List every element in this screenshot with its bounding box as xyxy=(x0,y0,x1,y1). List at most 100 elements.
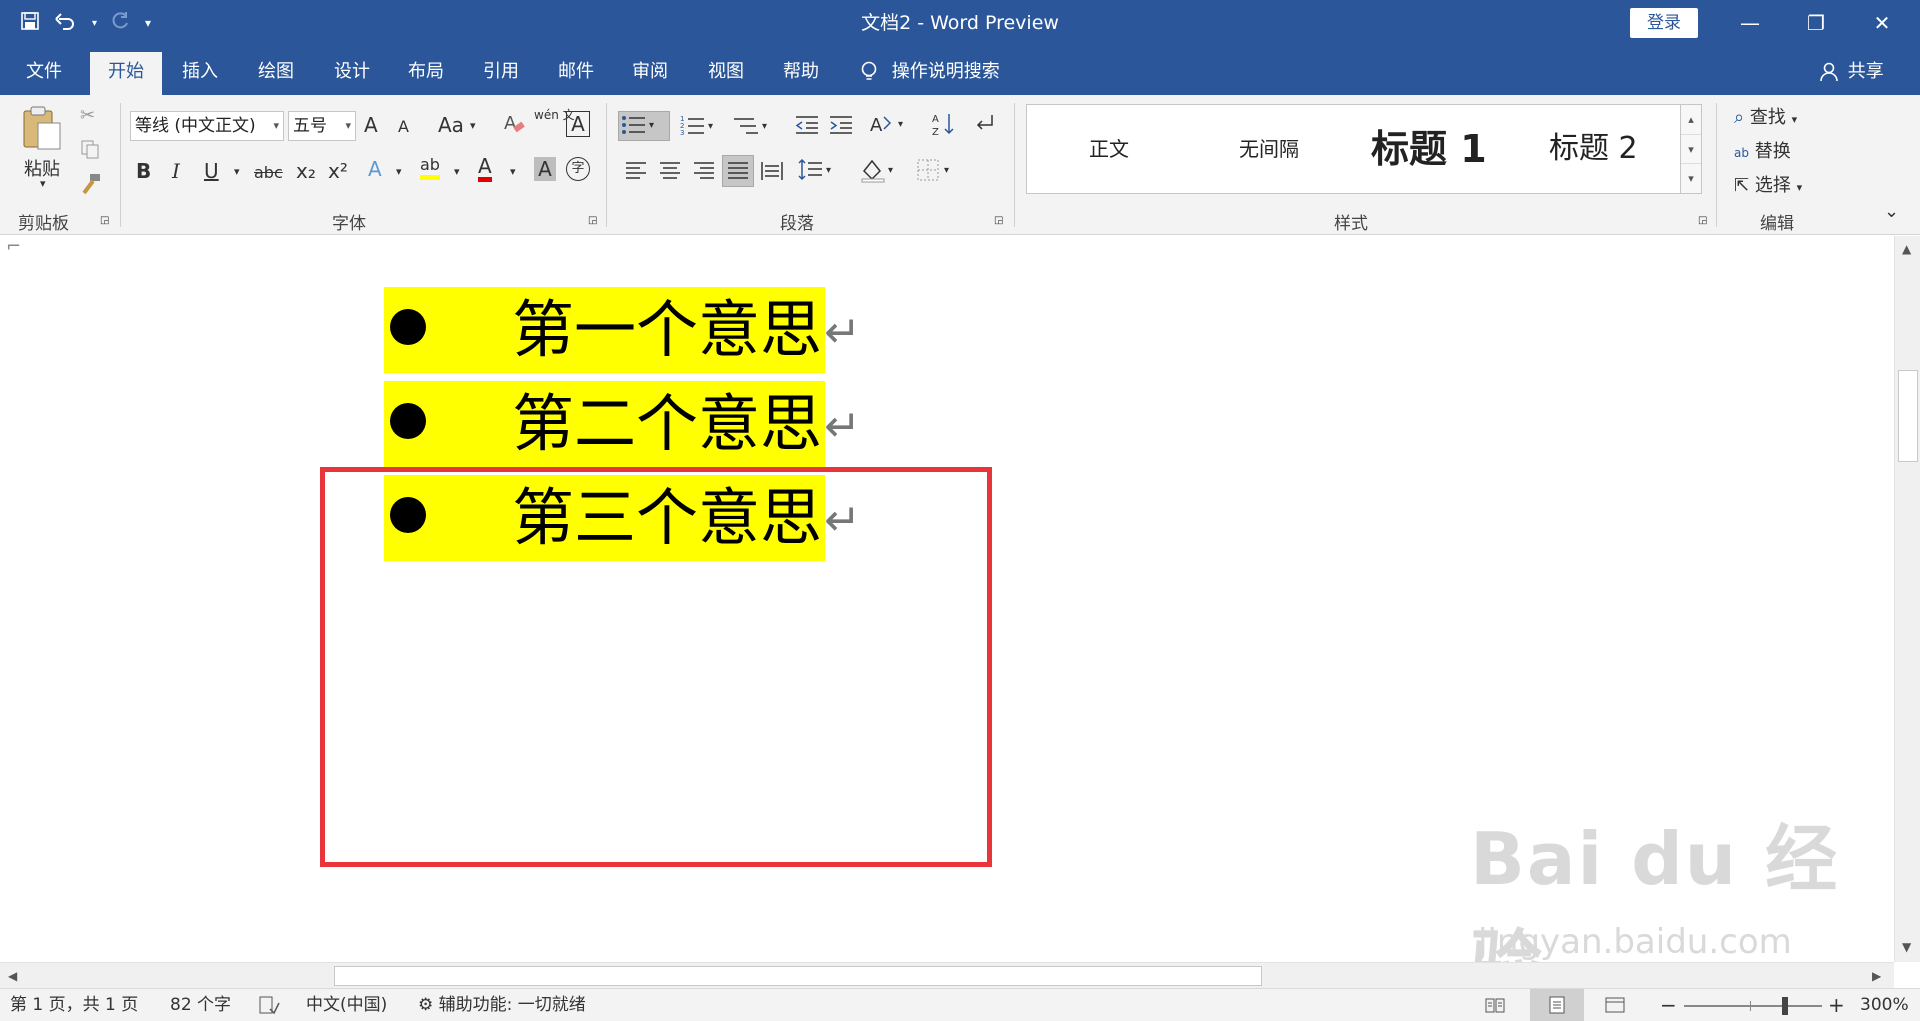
tab-help[interactable]: 帮助 xyxy=(765,52,837,95)
multilevel-list-icon[interactable]: ▾ xyxy=(732,113,772,144)
font-size-select[interactable]: 五号 ▾ xyxy=(288,111,356,141)
font-name-select[interactable]: 等线 (中文正文) ▾ xyxy=(130,111,284,141)
increase-indent-icon[interactable] xyxy=(828,113,854,142)
more-styles-icon[interactable]: ▾ xyxy=(1681,163,1701,192)
style-no-spacing[interactable]: 无间隔 xyxy=(1239,105,1299,193)
print-layout-icon[interactable] xyxy=(1530,989,1584,1021)
cut-icon[interactable]: ✂ xyxy=(80,105,95,126)
copy-icon[interactable] xyxy=(80,139,100,164)
customize-icon[interactable]: ▾ xyxy=(145,16,151,30)
text-effects-button[interactable]: A xyxy=(368,157,382,181)
zoom-in-button[interactable]: + xyxy=(1828,989,1845,1021)
page-count[interactable]: 第 1 页，共 1 页 xyxy=(10,989,138,1021)
vertical-scroll-thumb[interactable] xyxy=(1898,370,1918,462)
undo-icon[interactable] xyxy=(54,11,78,36)
superscript-button[interactable]: x² xyxy=(328,159,348,183)
format-painter-icon[interactable] xyxy=(80,173,102,200)
borders-icon[interactable]: ▾ xyxy=(916,157,956,188)
underline-button[interactable]: U xyxy=(204,159,219,183)
paste-button[interactable] xyxy=(20,105,64,158)
horizontal-scrollbar[interactable]: ◀ ▶ xyxy=(0,962,1894,988)
zoom-slider[interactable] xyxy=(1684,989,1822,1021)
clipboard-launcher-icon[interactable]: ◲ xyxy=(100,215,109,226)
tab-references[interactable]: 引用 xyxy=(465,52,537,95)
bullets-button[interactable]: ▾ xyxy=(618,111,670,141)
style-heading-2[interactable]: 标题 2 xyxy=(1549,105,1638,193)
tab-file[interactable]: 文件 xyxy=(8,52,80,95)
grow-font-button[interactable]: A xyxy=(364,113,378,137)
style-normal[interactable]: 正文 xyxy=(1089,105,1129,193)
web-layout-icon[interactable] xyxy=(1604,989,1626,1021)
replace-button[interactable]: ab 替换 xyxy=(1734,137,1791,163)
scroll-left-icon[interactable]: ◀ xyxy=(8,969,17,983)
decrease-indent-icon[interactable] xyxy=(794,113,820,142)
bold-button[interactable]: B xyxy=(136,159,151,183)
tab-home[interactable]: 开始 xyxy=(90,52,162,95)
chevron-down-icon[interactable]: ▾ xyxy=(234,165,240,178)
scroll-down-icon[interactable]: ▼ xyxy=(1902,940,1911,954)
collapse-ribbon-icon[interactable]: ⌄ xyxy=(1884,201,1899,222)
tab-draw[interactable]: 绘图 xyxy=(240,52,312,95)
save-icon[interactable] xyxy=(20,11,40,36)
distributed-icon[interactable] xyxy=(760,159,784,188)
tab-view[interactable]: 视图 xyxy=(690,52,762,95)
align-center-icon[interactable] xyxy=(658,159,682,188)
tab-design[interactable]: 设计 xyxy=(316,52,388,95)
tab-insert[interactable]: 插入 xyxy=(164,52,236,95)
scroll-right-icon[interactable]: ▶ xyxy=(1872,969,1881,983)
change-case-button[interactable]: Aa xyxy=(438,113,464,137)
align-right-icon[interactable] xyxy=(692,159,716,188)
document-canvas[interactable]: ⌐ 第一个意思 ↵ 第二个意思 ↵ 第三个意思 ↵ Bai du 经验 jing… xyxy=(0,236,1892,962)
show-hide-marks-icon[interactable] xyxy=(972,111,996,140)
language[interactable]: 中文(中国) xyxy=(306,989,387,1021)
highlight-button[interactable]: ab xyxy=(420,155,440,180)
tab-layout[interactable]: 布局 xyxy=(390,52,462,95)
strikethrough-button[interactable]: abc xyxy=(254,163,283,182)
chevron-down-icon[interactable]: ▾ xyxy=(454,165,460,178)
scroll-up-icon[interactable]: ▲ xyxy=(1902,242,1911,256)
redo-icon[interactable] xyxy=(111,11,131,36)
character-shading-button[interactable]: A xyxy=(534,157,556,181)
tell-me-search[interactable]: 操作说明搜索 xyxy=(860,52,1000,92)
font-color-button[interactable]: A xyxy=(478,155,492,182)
numbering-icon[interactable]: 1 2 3 ▾ xyxy=(680,113,720,144)
tab-review[interactable]: 审阅 xyxy=(614,52,686,95)
accessibility-status[interactable]: ⚙ 辅助功能: 一切就绪 xyxy=(418,989,586,1021)
style-heading-1[interactable]: 标题 1 xyxy=(1371,105,1487,193)
chinese-layout-icon[interactable]: A ▾ xyxy=(870,111,910,142)
paste-dropdown-icon[interactable]: ▾ xyxy=(40,177,46,190)
horizontal-scroll-thumb[interactable] xyxy=(334,966,1262,986)
zoom-out-button[interactable]: − xyxy=(1660,989,1677,1021)
enclose-characters-button[interactable]: 字 xyxy=(566,157,590,181)
shrink-font-button[interactable]: A xyxy=(398,117,409,136)
line-spacing-icon[interactable]: ▾ xyxy=(798,157,838,188)
select-button[interactable]: ⇱ 选择 ▾ xyxy=(1734,171,1802,197)
scroll-up-icon[interactable]: ▴ xyxy=(1681,105,1701,134)
sort-icon[interactable]: AZ xyxy=(932,111,956,142)
list-item[interactable]: 第一个意思 ↵ xyxy=(384,287,861,373)
paragraph-launcher-icon[interactable]: ◲ xyxy=(994,215,1003,226)
subscript-button[interactable]: x₂ xyxy=(296,159,316,183)
align-left-icon[interactable] xyxy=(624,159,648,188)
proofing-icon[interactable] xyxy=(258,989,280,1021)
styles-launcher-icon[interactable]: ◲ xyxy=(1698,215,1707,226)
justify-button[interactable] xyxy=(722,155,754,187)
chevron-down-icon[interactable]: ▾ xyxy=(510,165,516,178)
share-button[interactable]: 共享 xyxy=(1820,52,1884,92)
chevron-down-icon[interactable]: ▾ xyxy=(470,119,476,132)
zoom-thumb[interactable] xyxy=(1782,997,1788,1015)
character-border-button[interactable]: A xyxy=(566,111,590,137)
undo-dropdown-icon[interactable]: ▾ xyxy=(92,18,97,29)
minimize-button[interactable]: — xyxy=(1720,0,1780,46)
tab-mailings[interactable]: 邮件 xyxy=(540,52,612,95)
close-button[interactable]: ✕ xyxy=(1852,0,1912,46)
zoom-level[interactable]: 300% xyxy=(1860,989,1909,1021)
find-button[interactable]: ⌕ 查找 ▾ xyxy=(1734,103,1797,129)
italic-button[interactable]: I xyxy=(172,159,180,183)
clear-formatting-icon[interactable]: A xyxy=(502,111,526,140)
chevron-down-icon[interactable]: ▾ xyxy=(396,165,402,178)
shading-icon[interactable]: ▾ xyxy=(860,157,900,188)
list-item[interactable]: 第三个意思 ↵ xyxy=(384,475,861,561)
scroll-down-icon[interactable]: ▾ xyxy=(1681,134,1701,163)
font-launcher-icon[interactable]: ◲ xyxy=(588,215,597,226)
